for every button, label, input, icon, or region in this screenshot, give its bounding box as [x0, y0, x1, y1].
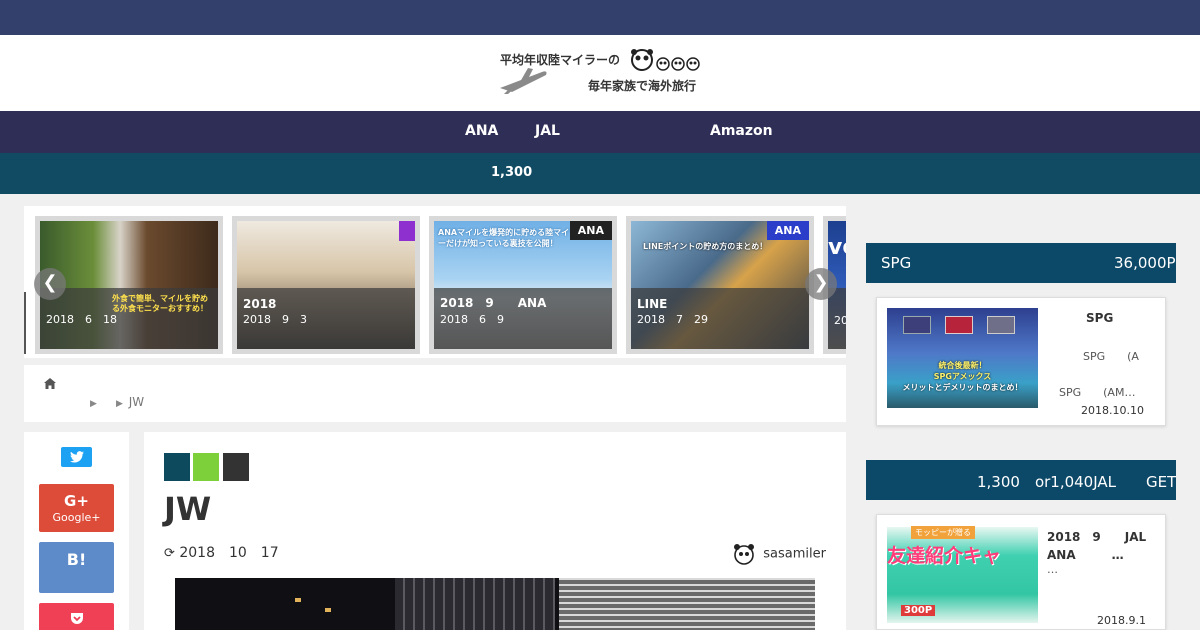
credit-card-image [945, 316, 973, 334]
twitter-share-button[interactable] [61, 447, 92, 467]
sidebar-widget-header: 1,300 or1,040JAL GET [866, 460, 1176, 500]
hatena-bookmark-button[interactable]: B! [39, 542, 114, 593]
credit-card-image [987, 316, 1015, 334]
main-nav: ANA JAL Amazon [0, 111, 1200, 153]
slider-card-date: 2018 6 9 [440, 313, 504, 326]
google-plus-share-button[interactable]: G+ Google+ [39, 484, 114, 532]
logo-subtitle: 毎年家族で海外旅行 [588, 79, 697, 93]
slider-card[interactable]: 2018 2018 9 3 [232, 216, 420, 354]
sidebar-post-thumbnail: 統合後最新！ SPGアメックス メリットとデメリットのまとめ！ [887, 308, 1038, 408]
category-badge[interactable] [164, 453, 190, 481]
article-updated-text: 2018 10 17 [179, 545, 279, 561]
chevron-right-icon: ❯ [813, 272, 829, 293]
slider-card[interactable]: LINEポイントの貯め方のまとめ！ ANA LINE 2018 7 29 [626, 216, 814, 354]
article-author[interactable]: sasamiler [732, 543, 826, 565]
thumbnail-caption-line: SPGアメックス [933, 372, 992, 381]
breadcrumb-current: JW [128, 395, 145, 409]
sidebar-post-date: 2018.10.10 [1081, 404, 1144, 417]
sidebar-post-title: 2018 9 JAL [1047, 530, 1147, 544]
nav-item-jal[interactable]: JAL [535, 123, 560, 139]
thumbnail-caption-line: 300P [901, 605, 936, 616]
widget-header-title: 1,300 or1,040JAL GET [977, 473, 1176, 491]
pocket-icon [70, 613, 83, 624]
slider-card-tag [399, 221, 415, 241]
slider-prev-button[interactable]: ❮ [34, 268, 66, 300]
slider-card-date: 2018 9 3 [243, 313, 307, 326]
slider-edge [24, 292, 26, 354]
pocket-share-button[interactable] [39, 603, 114, 630]
article-title: JW [164, 490, 212, 528]
promo-link[interactable]: 1,300 [491, 165, 532, 180]
sidebar-post-excerpt: SPG (AM… [1059, 386, 1136, 399]
slider-card-title: 2018 [243, 297, 277, 311]
sidebar-post-thumbnail: モッピーが贈る 友達紹介キャ 300P [887, 526, 1038, 623]
author-name: sasamiler [763, 546, 826, 562]
slider-card-image-text: ve [828, 235, 846, 260]
article: JW ⟳ 2018 10 17 sasamiler [144, 432, 846, 630]
hatena-icon: B! [66, 550, 87, 569]
featured-slider: 外食で簡単、マイルを貯める外食モニターおすすめ！ 2018 6 18 2018 … [24, 206, 846, 358]
site-logo[interactable]: 平均年収陸マイラーの 毎年家族で海外旅行 [498, 48, 704, 98]
article-updated-date: ⟳ 2018 10 17 [164, 542, 279, 562]
promo-bar: 1,300 [0, 153, 1200, 194]
breadcrumb-separator: ▶ [116, 399, 123, 409]
slider-card-tag: ANA [766, 221, 809, 240]
top-bar [0, 0, 1200, 35]
slider-card-image-text: ANAマイルを爆発的に貯める陸マイラーだけが知っている裏技を公開！ [438, 228, 578, 248]
thumbnail-caption-line: 友達紹介キャ [887, 545, 1002, 567]
window-light [295, 598, 301, 602]
nav-item-amazon[interactable]: Amazon [710, 123, 773, 139]
sidebar-widget-header: SPG 36,000P [866, 243, 1176, 283]
breadcrumb-path: ▶ ▶ JW [90, 395, 144, 409]
google-plus-icon: G+ [64, 492, 89, 510]
category-badge[interactable] [223, 453, 249, 481]
airplane-icon [500, 68, 547, 94]
widget-header-left: SPG [881, 254, 912, 272]
breadcrumb-separator: ▶ [90, 399, 97, 409]
share-sidebar: G+ Google+ B! [24, 432, 129, 630]
nav-item-ana[interactable]: ANA [465, 123, 498, 139]
building-facade [559, 578, 815, 630]
window-light [325, 608, 331, 612]
slider-card-date: 2018 6 18 [46, 313, 117, 326]
panda-family-icon [631, 49, 700, 71]
sidebar-post-title: ANA … [1047, 548, 1124, 562]
thumbnail-caption-line: 統合後最新！ [938, 361, 987, 370]
thumbnail-caption-line: モッピーが贈る [911, 526, 975, 539]
slider-card[interactable]: ANAマイルを爆発的に貯める陸マイラーだけが知っている裏技を公開！ ANA 20… [429, 216, 617, 354]
slider-card-image-text: LINEポイントの貯め方のまとめ！ [643, 242, 768, 251]
category-badge[interactable] [193, 453, 219, 481]
slider-card-tag: ANA [569, 221, 612, 240]
widget-header-right: 36,000P [1114, 254, 1176, 272]
breadcrumb: ▶ ▶ JW [24, 365, 846, 422]
slider-card-title: 2018 9 ANA [440, 296, 547, 310]
thumbnail-caption: 統合後最新！ SPGアメックス メリットとデメリットのまとめ！ [887, 360, 1038, 393]
home-icon[interactable] [44, 378, 56, 389]
sidebar-post-excerpt: SPG (A [1083, 350, 1139, 363]
twitter-icon [69, 451, 84, 463]
slider-card-image-text: 外食で簡単、マイルを貯める外食モニターおすすめ！ [112, 294, 208, 313]
article-hero-image [175, 578, 815, 630]
google-plus-label: Google+ [52, 511, 101, 524]
sidebar-post-date: 2018.9.1 [1097, 614, 1146, 627]
thumbnail-caption-line: メリットとデメリットのまとめ！ [902, 383, 1023, 392]
slider-next-button[interactable]: ❯ [805, 268, 837, 300]
building-tower [395, 578, 555, 630]
slider-card-title: LINE [637, 297, 668, 311]
refresh-icon: ⟳ [164, 546, 175, 561]
chevron-left-icon: ❮ [42, 272, 58, 293]
credit-card-image [903, 316, 931, 334]
sidebar-post-title: SPG [1086, 311, 1114, 325]
avatar [734, 544, 755, 565]
sidebar-post-card[interactable]: モッピーが贈る 友達紹介キャ 300P 2018 9 JAL ANA … … 2… [876, 514, 1166, 630]
sidebar-post-excerpt: … [1047, 563, 1058, 576]
sidebar-post-card[interactable]: 統合後最新！ SPGアメックス メリットとデメリットのまとめ！ SPG SPG … [876, 297, 1166, 426]
slider-card-date: 2018 7 29 [637, 313, 708, 326]
slider-card-date: 20 [834, 314, 846, 327]
